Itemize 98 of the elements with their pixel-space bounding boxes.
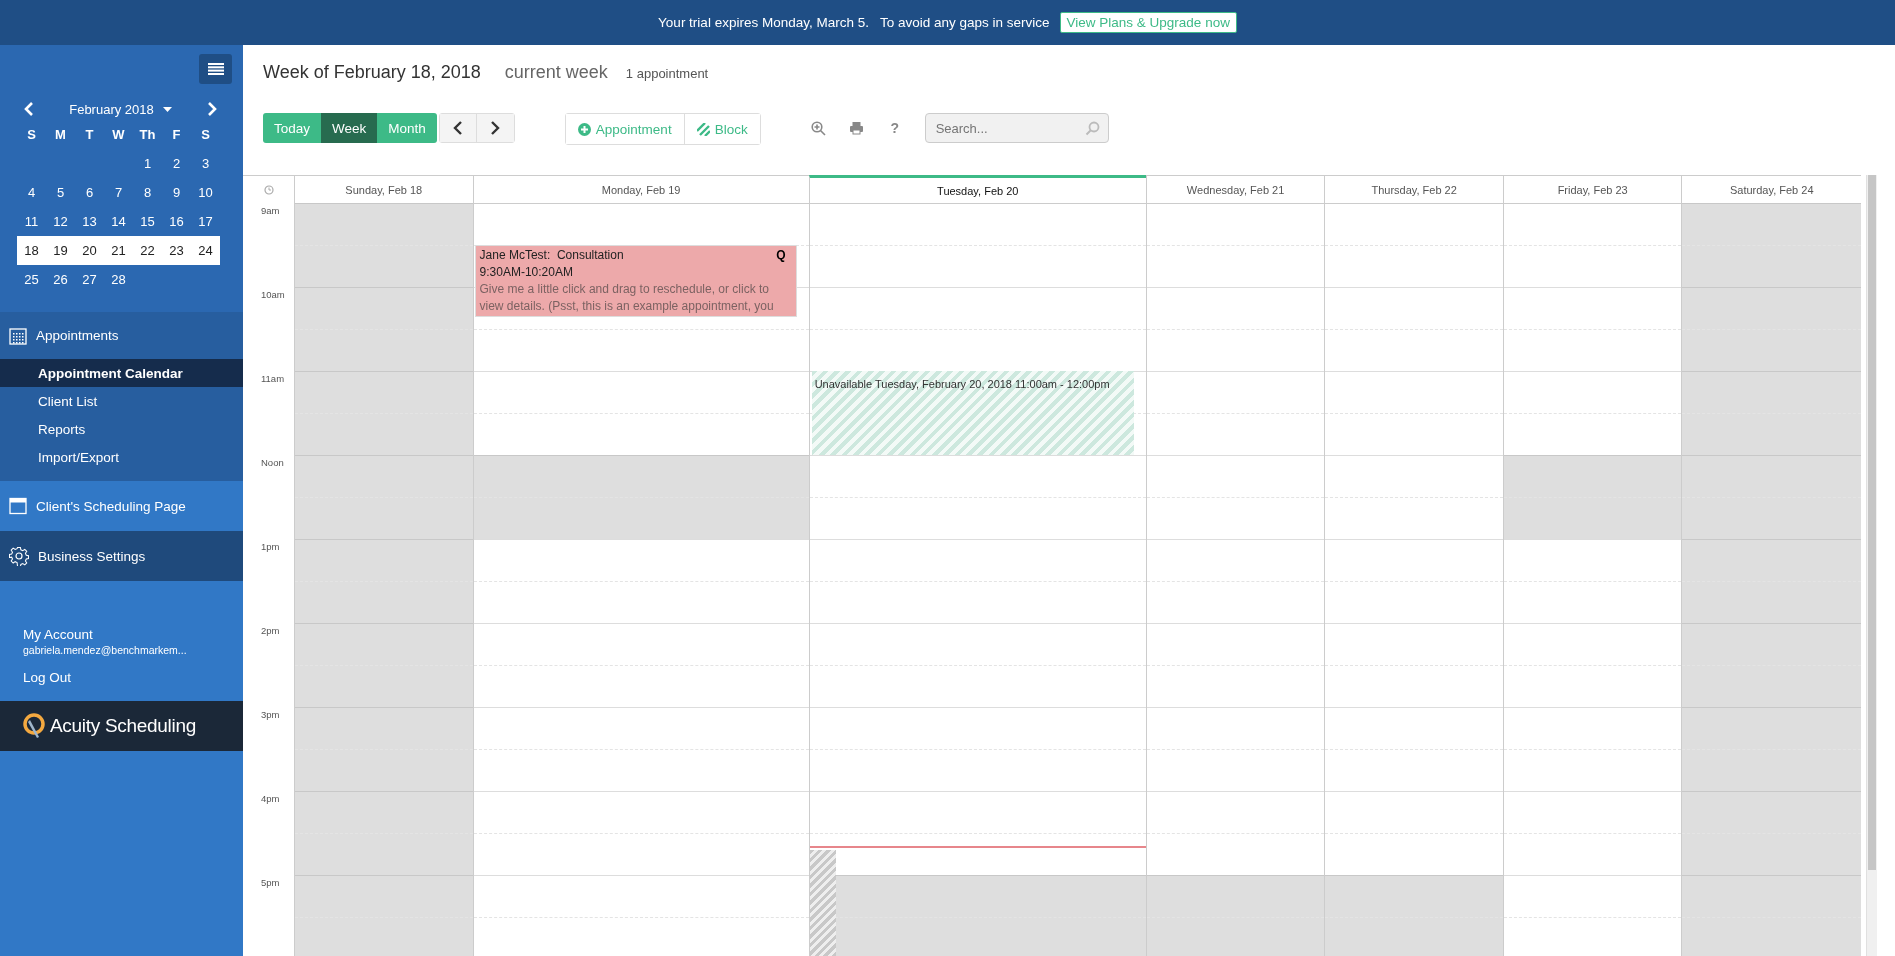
day-header: Friday, Feb 23 — [1502, 176, 1682, 203]
week-title: Week of February 18, 2018 — [263, 62, 481, 83]
day-number[interactable]: 7 — [114, 185, 123, 200]
nav-item[interactable]: Business Settings — [0, 531, 243, 581]
previous-week-button[interactable] — [439, 114, 477, 142]
weekday-label: S — [27, 127, 36, 142]
chevron-right-icon — [207, 102, 217, 116]
day-number[interactable]: 10 — [198, 185, 213, 200]
day-number[interactable]: 4 — [27, 185, 36, 200]
next-week-button[interactable] — [476, 114, 514, 142]
day-header: Wednesday, Feb 21 — [1145, 176, 1325, 203]
blocked-time[interactable]: Unavailable Tuesday, February 20, 2018 11:00am - 12:00pm — [811, 371, 1134, 455]
plus-circle-icon — [577, 122, 591, 136]
day-number[interactable]: 28 — [111, 272, 126, 287]
menu-icon — [207, 63, 224, 75]
appointment-note: Give me a little click and drag to reschedule, or click to view details. (Psst, this is an example appointment, you — [479, 281, 775, 315]
settings-icon — [9, 546, 29, 566]
day-number[interactable]: 5 — [56, 185, 65, 200]
search-field[interactable]: Search... — [924, 113, 1109, 143]
day-number[interactable]: 19 — [53, 243, 68, 258]
day-number[interactable]: 11 — [24, 214, 39, 229]
day-number[interactable]: 8 — [143, 185, 152, 200]
day-number[interactable]: 6 — [85, 185, 94, 200]
day-number[interactable]: 26 — [53, 272, 68, 287]
day-number[interactable]: 13 — [82, 214, 97, 229]
browser-window-icon — [9, 497, 27, 515]
my-account-link[interactable]: My Account — [23, 627, 220, 642]
print-icon — [849, 121, 865, 135]
hour-label: 1pm — [261, 541, 280, 552]
day-number[interactable]: 16 — [169, 214, 184, 229]
hour-label: 3pm — [261, 709, 280, 720]
trial-message: Your trial expires Monday, March 5. To avoid any gaps in service — [658, 15, 1050, 30]
day-number[interactable]: 23 — [169, 243, 184, 258]
nav-subitem[interactable]: Appointment Calendar — [0, 359, 243, 387]
weekday-label: F — [172, 127, 181, 142]
day-number[interactable]: 20 — [82, 243, 97, 258]
weekday-label: S — [201, 127, 210, 142]
hour-label: 2pm — [261, 625, 280, 636]
day-number[interactable]: 3 — [201, 156, 210, 171]
appointment-time: 9:30AM-10:20AM — [479, 264, 574, 281]
nav-subitem[interactable]: Client List — [0, 387, 243, 415]
hour-label: 4pm — [261, 793, 280, 804]
day-number[interactable]: 14 — [111, 214, 126, 229]
day-number[interactable]: 18 — [24, 243, 39, 258]
caret-icon — [162, 106, 172, 112]
scrollbar-thumb[interactable] — [1868, 175, 1876, 870]
day-number[interactable]: 1 — [143, 156, 152, 171]
next-month-button[interactable] — [205, 100, 219, 118]
previous-month-button[interactable] — [22, 100, 36, 118]
day-number[interactable]: 22 — [140, 243, 155, 258]
clock-icon — [263, 184, 274, 195]
day-number[interactable]: 24 — [198, 243, 213, 258]
day-header: Tuesday, Feb 20 — [808, 175, 1146, 203]
account-email: gabriela.mendez@benchmarkem... — [23, 644, 188, 656]
weekday-label: Th — [139, 127, 156, 142]
day-number[interactable]: 21 — [111, 243, 126, 258]
calendar-icon — [9, 326, 27, 345]
day-number[interactable]: 15 — [140, 214, 155, 229]
logo-text: Acuity Scheduling — [50, 715, 196, 737]
search-icon — [1084, 121, 1100, 136]
stripes-icon — [696, 122, 710, 136]
appointment-card[interactable]: Jane McTest: Consultation Q 9:30AM-10:20AM Give me a little click and drag to reschedule, or click to view details. (Psst, this is an example appointment, you — [474, 245, 797, 317]
hour-label: 9am — [261, 205, 280, 216]
chevron-left-icon — [452, 121, 463, 135]
nav-item[interactable]: Client's Scheduling Page — [0, 481, 243, 531]
day-header: Monday, Feb 19 — [472, 176, 809, 203]
day-number[interactable]: 27 — [82, 272, 97, 287]
chevron-right-icon — [490, 121, 501, 135]
day-number[interactable]: 25 — [24, 272, 39, 287]
hour-label: 10am — [261, 289, 285, 300]
nav-subitem[interactable]: Import/Export — [0, 443, 243, 471]
chevron-left-icon — [24, 102, 34, 116]
day-number[interactable]: 12 — [53, 214, 68, 229]
day-number[interactable]: 9 — [172, 185, 181, 200]
hour-label: Noon — [261, 457, 284, 468]
hour-label: 11am — [261, 373, 285, 384]
hour-label: 5pm — [261, 877, 280, 888]
log-out-link[interactable]: Log Out — [23, 670, 220, 685]
current-week-label: current week — [504, 62, 608, 83]
weekday-label: W — [112, 127, 125, 142]
view-tab[interactable]: Week — [321, 113, 378, 143]
help-button[interactable]: ? — [880, 113, 909, 143]
appointment-count: 1 appointment — [625, 66, 709, 81]
appointment-flag-label: Q — [776, 247, 786, 264]
blocked-time-label: Unavailable Tuesday, February 20, 2018 11:00am - 12:00pm — [814, 378, 1110, 390]
day-number[interactable]: 2 — [172, 156, 181, 171]
menu-button[interactable] — [199, 54, 232, 84]
day-number[interactable]: 17 — [198, 214, 213, 229]
weekday-label: M — [55, 127, 66, 142]
month-picker[interactable]: February 2018 — [63, 100, 178, 118]
zoom-in-icon — [811, 120, 827, 136]
selected-week[interactable]: 18 19 20 21 22 23 24 — [17, 236, 220, 265]
nav-item[interactable]: Appointments — [0, 312, 243, 359]
weekday-label: T — [85, 127, 94, 142]
nav-subitem[interactable]: Reports — [0, 415, 243, 443]
day-header: Thursday, Feb 22 — [1324, 176, 1503, 203]
appointment-title: Jane McTest: Consultation — [479, 247, 624, 264]
logo-icon — [22, 713, 46, 739]
